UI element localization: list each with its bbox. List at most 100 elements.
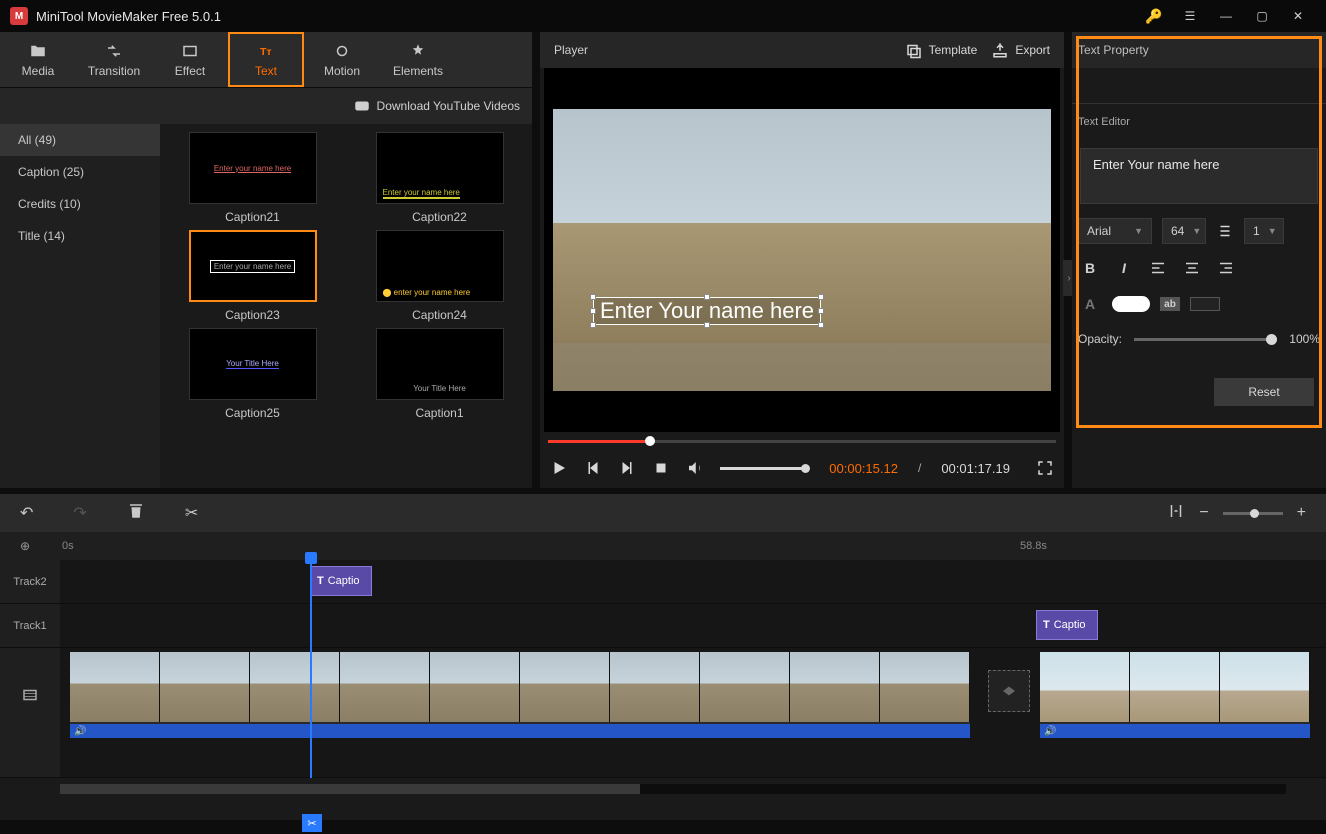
redo-button[interactable]: ↷ xyxy=(73,503,86,523)
zoom-in-button[interactable]: + xyxy=(1297,504,1306,522)
text-color-label: A xyxy=(1078,292,1102,316)
opacity-slider[interactable] xyxy=(1134,338,1277,341)
opacity-value: 100% xyxy=(1289,332,1320,346)
transition-slot[interactable] xyxy=(988,670,1030,712)
maximize-button[interactable]: ▢ xyxy=(1244,0,1280,32)
fullscreen-button[interactable] xyxy=(1036,459,1054,477)
menu-icon[interactable]: ☰ xyxy=(1172,0,1208,32)
video-track-icon xyxy=(0,648,60,742)
text-editor-label: Text Editor xyxy=(1072,104,1326,140)
italic-button[interactable]: I xyxy=(1112,256,1136,280)
line-height-select[interactable]: 1▼ xyxy=(1244,218,1284,244)
text-overlay[interactable]: Enter Your name here xyxy=(593,297,821,325)
thumb-caption22[interactable]: Enter your name here xyxy=(376,132,504,204)
video-clip-1[interactable]: 🔊 xyxy=(70,652,970,738)
text-editor-label xyxy=(1072,68,1326,104)
tab-effect[interactable]: Effect xyxy=(152,32,228,87)
tab-elements[interactable]: Elements xyxy=(380,32,456,87)
effect-icon xyxy=(181,42,199,60)
stop-button[interactable] xyxy=(652,459,670,477)
reset-button[interactable]: Reset xyxy=(1214,378,1314,406)
video-clip-2[interactable]: 🔊 xyxy=(1040,652,1310,738)
category-all[interactable]: All (49) xyxy=(0,124,160,156)
timeline-toolbar: ↶ ↷ ✂ − + xyxy=(0,494,1326,532)
align-right-button[interactable] xyxy=(1214,256,1238,280)
line-height-icon xyxy=(1216,222,1234,240)
next-frame-button[interactable] xyxy=(618,459,636,477)
text-icon: Tᴛ xyxy=(257,42,275,60)
bold-button[interactable]: B xyxy=(1078,256,1102,280)
speaker-icon: 🔊 xyxy=(1044,726,1056,737)
app-logo: M xyxy=(10,7,28,25)
text-property-header: Text Property xyxy=(1072,32,1326,68)
delete-button[interactable] xyxy=(127,502,145,525)
template-button[interactable]: Template xyxy=(905,41,978,59)
thumb-caption23[interactable]: Enter your name here xyxy=(189,230,317,302)
category-title[interactable]: Title (14) xyxy=(0,220,160,252)
tab-motion[interactable]: Motion xyxy=(304,32,380,87)
timeline-scrollbar[interactable] xyxy=(60,784,1286,794)
volume-icon[interactable] xyxy=(686,459,704,477)
minimize-button[interactable]: — xyxy=(1208,0,1244,32)
template-icon xyxy=(905,41,923,59)
download-youtube-link[interactable]: Download YouTube Videos xyxy=(353,97,520,115)
track2: Track2 TCaptio xyxy=(0,560,1326,604)
highlight-swatch[interactable] xyxy=(1190,297,1220,311)
text-clip-track1[interactable]: TCaptio xyxy=(1036,610,1098,640)
timeline: ⊕ 0s 58.8s Track2 TCaptio Track1 TCaptio xyxy=(0,532,1326,820)
align-left-button[interactable] xyxy=(1146,256,1170,280)
key-icon[interactable]: 🔑 xyxy=(1136,0,1172,32)
timeline-ruler[interactable]: ⊕ 0s 58.8s xyxy=(0,532,1326,560)
text-color-swatch[interactable] xyxy=(1112,296,1150,312)
category-list: All (49) Caption (25) Credits (10) Title… xyxy=(0,124,160,488)
track1: Track1 TCaptio xyxy=(0,604,1326,648)
transition-icon xyxy=(105,42,123,60)
player-title: Player xyxy=(554,43,588,57)
audio-track-icon xyxy=(0,742,60,777)
properties-panel: Text Property Text Editor Enter Your nam… xyxy=(1072,32,1326,488)
motion-icon xyxy=(333,42,351,60)
thumb-caption1[interactable]: Your Title Here xyxy=(376,328,504,400)
prev-frame-button[interactable] xyxy=(584,459,602,477)
current-time: 00:00:15.12 xyxy=(829,461,898,476)
font-select[interactable]: Arial▼ xyxy=(1078,218,1152,244)
close-button[interactable]: ✕ xyxy=(1280,0,1316,32)
category-credits[interactable]: Credits (10) xyxy=(0,188,160,220)
zoom-out-button[interactable]: − xyxy=(1199,504,1208,522)
player-scrubber[interactable] xyxy=(548,436,1056,448)
player-panel: Player Template Export Enter Your name h… xyxy=(540,32,1064,488)
category-caption[interactable]: Caption (25) xyxy=(0,156,160,188)
speaker-icon: 🔊 xyxy=(74,726,86,737)
play-button[interactable] xyxy=(550,459,568,477)
youtube-icon xyxy=(353,97,371,115)
zoom-slider[interactable] xyxy=(1223,512,1283,515)
text-clip-track2[interactable]: TCaptio xyxy=(310,566,372,596)
tab-media[interactable]: Media xyxy=(0,32,76,87)
export-button[interactable]: Export xyxy=(991,41,1050,59)
align-center-button[interactable] xyxy=(1180,256,1204,280)
split-button[interactable]: ✂ xyxy=(185,503,198,523)
preview-canvas[interactable]: Enter Your name here xyxy=(544,68,1060,432)
opacity-label: Opacity: xyxy=(1078,332,1122,346)
asset-panel: Media Transition Effect Tᴛ Text Motion E… xyxy=(0,32,532,488)
tab-transition[interactable]: Transition xyxy=(76,32,152,87)
undo-button[interactable]: ↶ xyxy=(20,503,33,523)
playhead[interactable] xyxy=(310,560,312,778)
add-track-icon[interactable]: ⊕ xyxy=(0,539,50,553)
text-template-grid: Enter your name hereCaption21 Enter your… xyxy=(160,124,532,488)
svg-text:Tᴛ: Tᴛ xyxy=(260,45,272,57)
title-bar: M MiniTool MovieMaker Free 5.0.1 🔑 ☰ — ▢… xyxy=(0,0,1326,32)
tab-text[interactable]: Tᴛ Text xyxy=(228,32,304,87)
font-size-select[interactable]: 64▼ xyxy=(1162,218,1206,244)
thumb-caption25[interactable]: Your Title Here xyxy=(189,328,317,400)
cut-marker[interactable]: ✂ xyxy=(302,814,322,832)
app-title: MiniTool MovieMaker Free 5.0.1 xyxy=(36,9,221,24)
volume-slider[interactable] xyxy=(720,467,806,470)
text-input[interactable]: Enter Your name here xyxy=(1080,148,1318,204)
thumb-caption24[interactable]: ⬤ enter your name here xyxy=(376,230,504,302)
elements-icon xyxy=(409,42,427,60)
highlight-label: ab xyxy=(1160,297,1180,311)
fit-button[interactable] xyxy=(1167,502,1185,525)
tool-tabs: Media Transition Effect Tᴛ Text Motion E… xyxy=(0,32,532,88)
thumb-caption21[interactable]: Enter your name here xyxy=(189,132,317,204)
